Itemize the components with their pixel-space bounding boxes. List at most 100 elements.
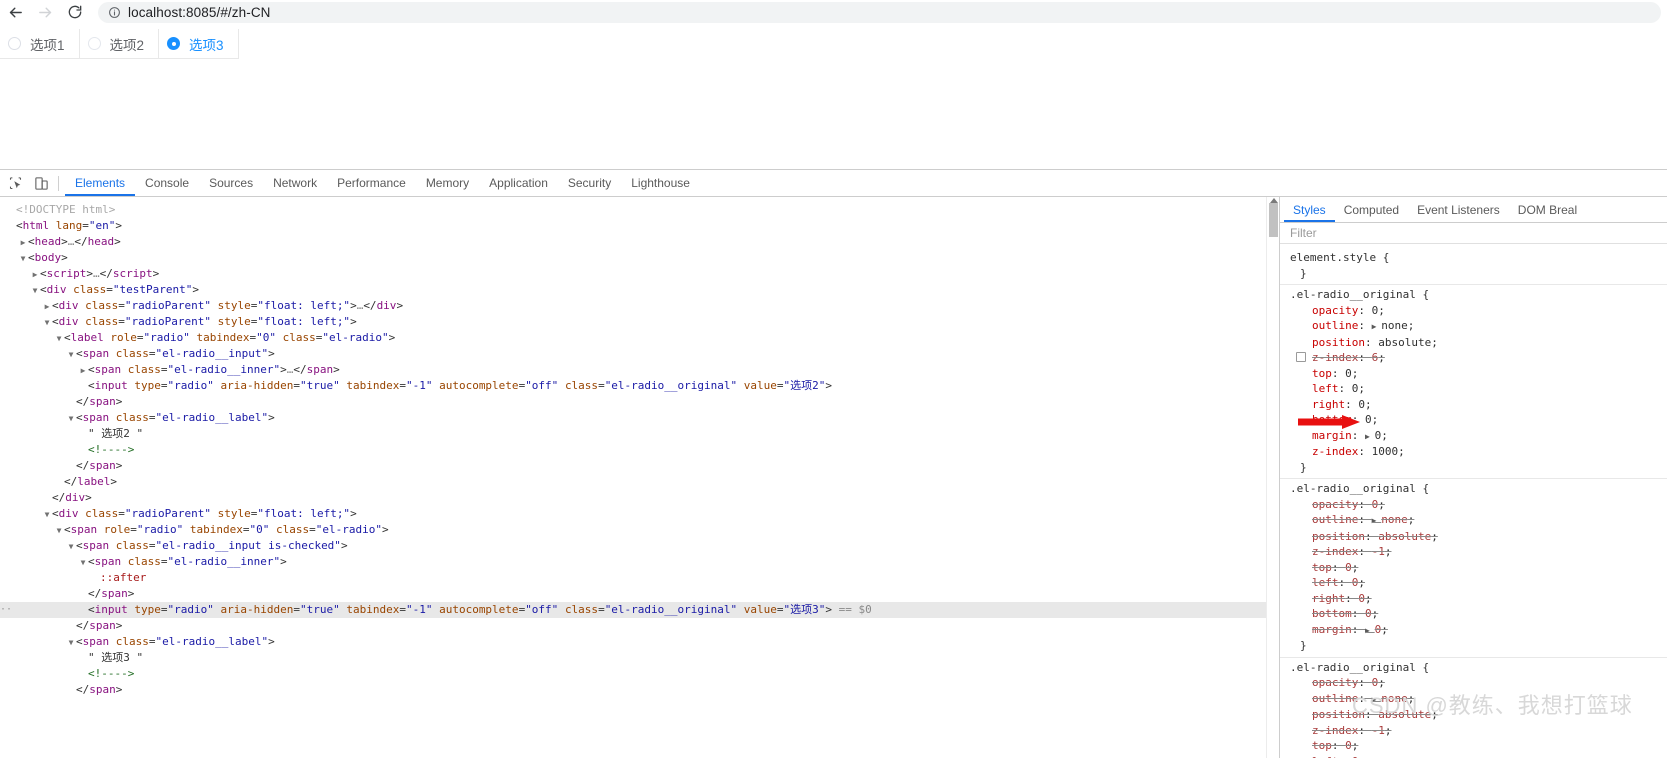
forward-button[interactable] bbox=[30, 0, 60, 24]
dom-node[interactable]: ·</label> bbox=[0, 474, 1279, 490]
shorthand-expander-icon[interactable]: ▶ bbox=[1365, 626, 1375, 635]
radio-option-1[interactable]: 选项1 bbox=[8, 34, 65, 54]
disclosure-triangle-icon[interactable]: ▼ bbox=[42, 507, 52, 523]
css-declaration[interactable]: opacity: 0; bbox=[1290, 497, 1667, 513]
dom-node[interactable]: ▶ <script>…</script> bbox=[0, 266, 1279, 282]
dom-tree-scrollbar[interactable] bbox=[1266, 197, 1279, 758]
info-circle-icon[interactable] bbox=[108, 6, 121, 19]
devtools-tab-lighthouse[interactable]: Lighthouse bbox=[621, 170, 700, 196]
dom-node[interactable]: ▼ <span class="el-radio__input"> bbox=[0, 346, 1279, 362]
dom-node-selected[interactable]: ···<input type="radio" aria-hidden="true… bbox=[0, 602, 1279, 618]
address-bar[interactable]: localhost:8085/#/zh-CN bbox=[98, 1, 1661, 23]
css-declaration[interactable]: top: 0; bbox=[1290, 560, 1667, 576]
css-rule-selector[interactable]: .el-radio__original { bbox=[1290, 660, 1667, 676]
css-declaration[interactable]: z-index: -1; bbox=[1290, 544, 1667, 560]
css-declaration[interactable]: z-index: 6; bbox=[1290, 350, 1667, 366]
css-declaration[interactable]: opacity: 0; bbox=[1290, 675, 1667, 691]
dom-node[interactable]: ·<!----> bbox=[0, 442, 1279, 458]
shorthand-expander-icon[interactable]: ▶ bbox=[1372, 695, 1382, 704]
css-rule-selector[interactable]: element.style { bbox=[1290, 250, 1667, 266]
disclosure-triangle-icon[interactable]: ▶ bbox=[30, 267, 40, 283]
disclosure-triangle-icon[interactable]: ▼ bbox=[66, 539, 76, 555]
css-declaration[interactable]: top: 0; bbox=[1290, 738, 1667, 754]
dom-node[interactable]: ▶ <head>…</head> bbox=[0, 234, 1279, 250]
css-declaration[interactable]: left: 0; bbox=[1290, 754, 1667, 758]
shorthand-expander-icon[interactable]: ▶ bbox=[1372, 516, 1382, 525]
device-toolbar-button[interactable] bbox=[28, 170, 54, 196]
reload-button[interactable] bbox=[60, 0, 90, 24]
dom-node[interactable]: ·</span> bbox=[0, 586, 1279, 602]
disclosure-triangle-icon[interactable]: ▼ bbox=[66, 347, 76, 363]
devtools-tab-elements[interactable]: Elements bbox=[65, 170, 135, 196]
dom-node[interactable]: ·</span> bbox=[0, 394, 1279, 410]
dom-node[interactable]: ▼ <span class="el-radio__inner"> bbox=[0, 554, 1279, 570]
dom-node[interactable]: ▼ <div class="radioParent" style="float: … bbox=[0, 314, 1279, 330]
radio-circle-icon[interactable] bbox=[8, 37, 21, 50]
devtools-tab-network[interactable]: Network bbox=[263, 170, 327, 196]
disclosure-triangle-icon[interactable]: ▼ bbox=[18, 251, 28, 267]
back-button[interactable] bbox=[0, 0, 30, 24]
disclosure-triangle-icon[interactable]: ▶ bbox=[78, 363, 88, 379]
css-declaration[interactable]: bottom: 0; bbox=[1290, 606, 1667, 622]
css-declaration[interactable]: opacity: 0; bbox=[1290, 303, 1667, 319]
dom-node[interactable]: ▼ <span class="el-radio__input is-checked… bbox=[0, 538, 1279, 554]
styles-filter-input[interactable]: Filter bbox=[1280, 223, 1667, 244]
css-declaration[interactable]: left: 0; bbox=[1290, 381, 1667, 397]
disclosure-triangle-icon[interactable]: ▼ bbox=[66, 411, 76, 427]
radio-option-2[interactable]: 选项2 bbox=[87, 34, 144, 54]
disclosure-triangle-icon[interactable]: ▼ bbox=[42, 315, 52, 331]
css-declaration[interactable]: z-index: -1; bbox=[1290, 723, 1667, 739]
devtools-tab-sources[interactable]: Sources bbox=[199, 170, 263, 196]
css-declaration[interactable]: left: 0; bbox=[1290, 575, 1667, 591]
css-declaration[interactable]: position: absolute; bbox=[1290, 707, 1667, 723]
styles-tab-dom-breal[interactable]: DOM Breal bbox=[1509, 197, 1586, 222]
css-declaration[interactable]: z-index: 1000; bbox=[1290, 444, 1667, 460]
devtools-tab-console[interactable]: Console bbox=[135, 170, 199, 196]
devtools-tab-security[interactable]: Security bbox=[558, 170, 621, 196]
dom-node[interactable]: ·" 选项3 " bbox=[0, 650, 1279, 666]
css-declaration[interactable]: right: 0; bbox=[1290, 591, 1667, 607]
css-declaration[interactable]: outline: ▶ none; bbox=[1290, 691, 1667, 708]
disclosure-triangle-icon[interactable]: ▶ bbox=[18, 235, 28, 251]
css-declaration[interactable]: top: 0; bbox=[1290, 366, 1667, 382]
dom-node[interactable]: ·" 选项2 " bbox=[0, 426, 1279, 442]
styles-tab-computed[interactable]: Computed bbox=[1335, 197, 1408, 222]
disclosure-triangle-icon[interactable]: ▼ bbox=[66, 635, 76, 651]
disclosure-triangle-icon[interactable]: ▼ bbox=[54, 523, 64, 539]
dom-node[interactable]: ·<html lang="en"> bbox=[0, 218, 1279, 234]
styles-tab-event-listeners[interactable]: Event Listeners bbox=[1408, 197, 1509, 222]
radio-option-3[interactable]: 选项3 bbox=[167, 34, 224, 54]
inspect-element-button[interactable] bbox=[2, 170, 28, 196]
dom-node[interactable]: ·</span> bbox=[0, 618, 1279, 634]
dom-node[interactable]: ·<!DOCTYPE html> bbox=[0, 202, 1279, 218]
css-rule-selector[interactable]: .el-radio__original { bbox=[1290, 287, 1667, 303]
scrollbar-thumb[interactable] bbox=[1269, 203, 1278, 237]
css-declaration[interactable]: margin: ▶ 0; bbox=[1290, 622, 1667, 639]
dom-node[interactable]: ▼ <label role="radio" tabindex="0" class=… bbox=[0, 330, 1279, 346]
dom-node[interactable]: ·<input type="radio" aria-hidden="true" … bbox=[0, 378, 1279, 394]
dom-tree-pane[interactable]: ·<!DOCTYPE html>·<html lang="en">▶<head>… bbox=[0, 197, 1279, 758]
dom-node[interactable]: ·</div> bbox=[0, 490, 1279, 506]
disclosure-triangle-icon[interactable]: ▶ bbox=[42, 299, 52, 315]
css-declaration[interactable]: outline: ▶ none; bbox=[1290, 512, 1667, 529]
radio-circle-icon[interactable] bbox=[167, 37, 181, 50]
dom-node[interactable]: ▼ <span role="radio" tabindex="0" class="… bbox=[0, 522, 1279, 538]
shorthand-expander-icon[interactable]: ▶ bbox=[1365, 432, 1375, 441]
dom-node[interactable]: ·</span> bbox=[0, 682, 1279, 698]
dom-node[interactable]: ·::after bbox=[0, 570, 1279, 586]
radio-circle-icon[interactable] bbox=[87, 37, 101, 50]
declaration-checkbox[interactable] bbox=[1296, 352, 1306, 362]
dom-node[interactable]: ▼ <body> bbox=[0, 250, 1279, 266]
dom-node[interactable]: ▶ <div class="radioParent" style="float: … bbox=[0, 298, 1279, 314]
css-declaration[interactable]: right: 0; bbox=[1290, 397, 1667, 413]
styles-tab-styles[interactable]: Styles bbox=[1284, 197, 1335, 222]
devtools-tab-application[interactable]: Application bbox=[479, 170, 558, 196]
disclosure-triangle-icon[interactable]: ▼ bbox=[30, 283, 40, 299]
devtools-tab-performance[interactable]: Performance bbox=[327, 170, 416, 196]
css-rule-selector[interactable]: .el-radio__original { bbox=[1290, 481, 1667, 497]
css-declaration[interactable]: outline: ▶ none; bbox=[1290, 318, 1667, 335]
disclosure-triangle-icon[interactable]: ▼ bbox=[54, 331, 64, 347]
devtools-tab-memory[interactable]: Memory bbox=[416, 170, 479, 196]
dom-node[interactable]: ·</span> bbox=[0, 458, 1279, 474]
css-declaration[interactable]: position: absolute; bbox=[1290, 335, 1667, 351]
